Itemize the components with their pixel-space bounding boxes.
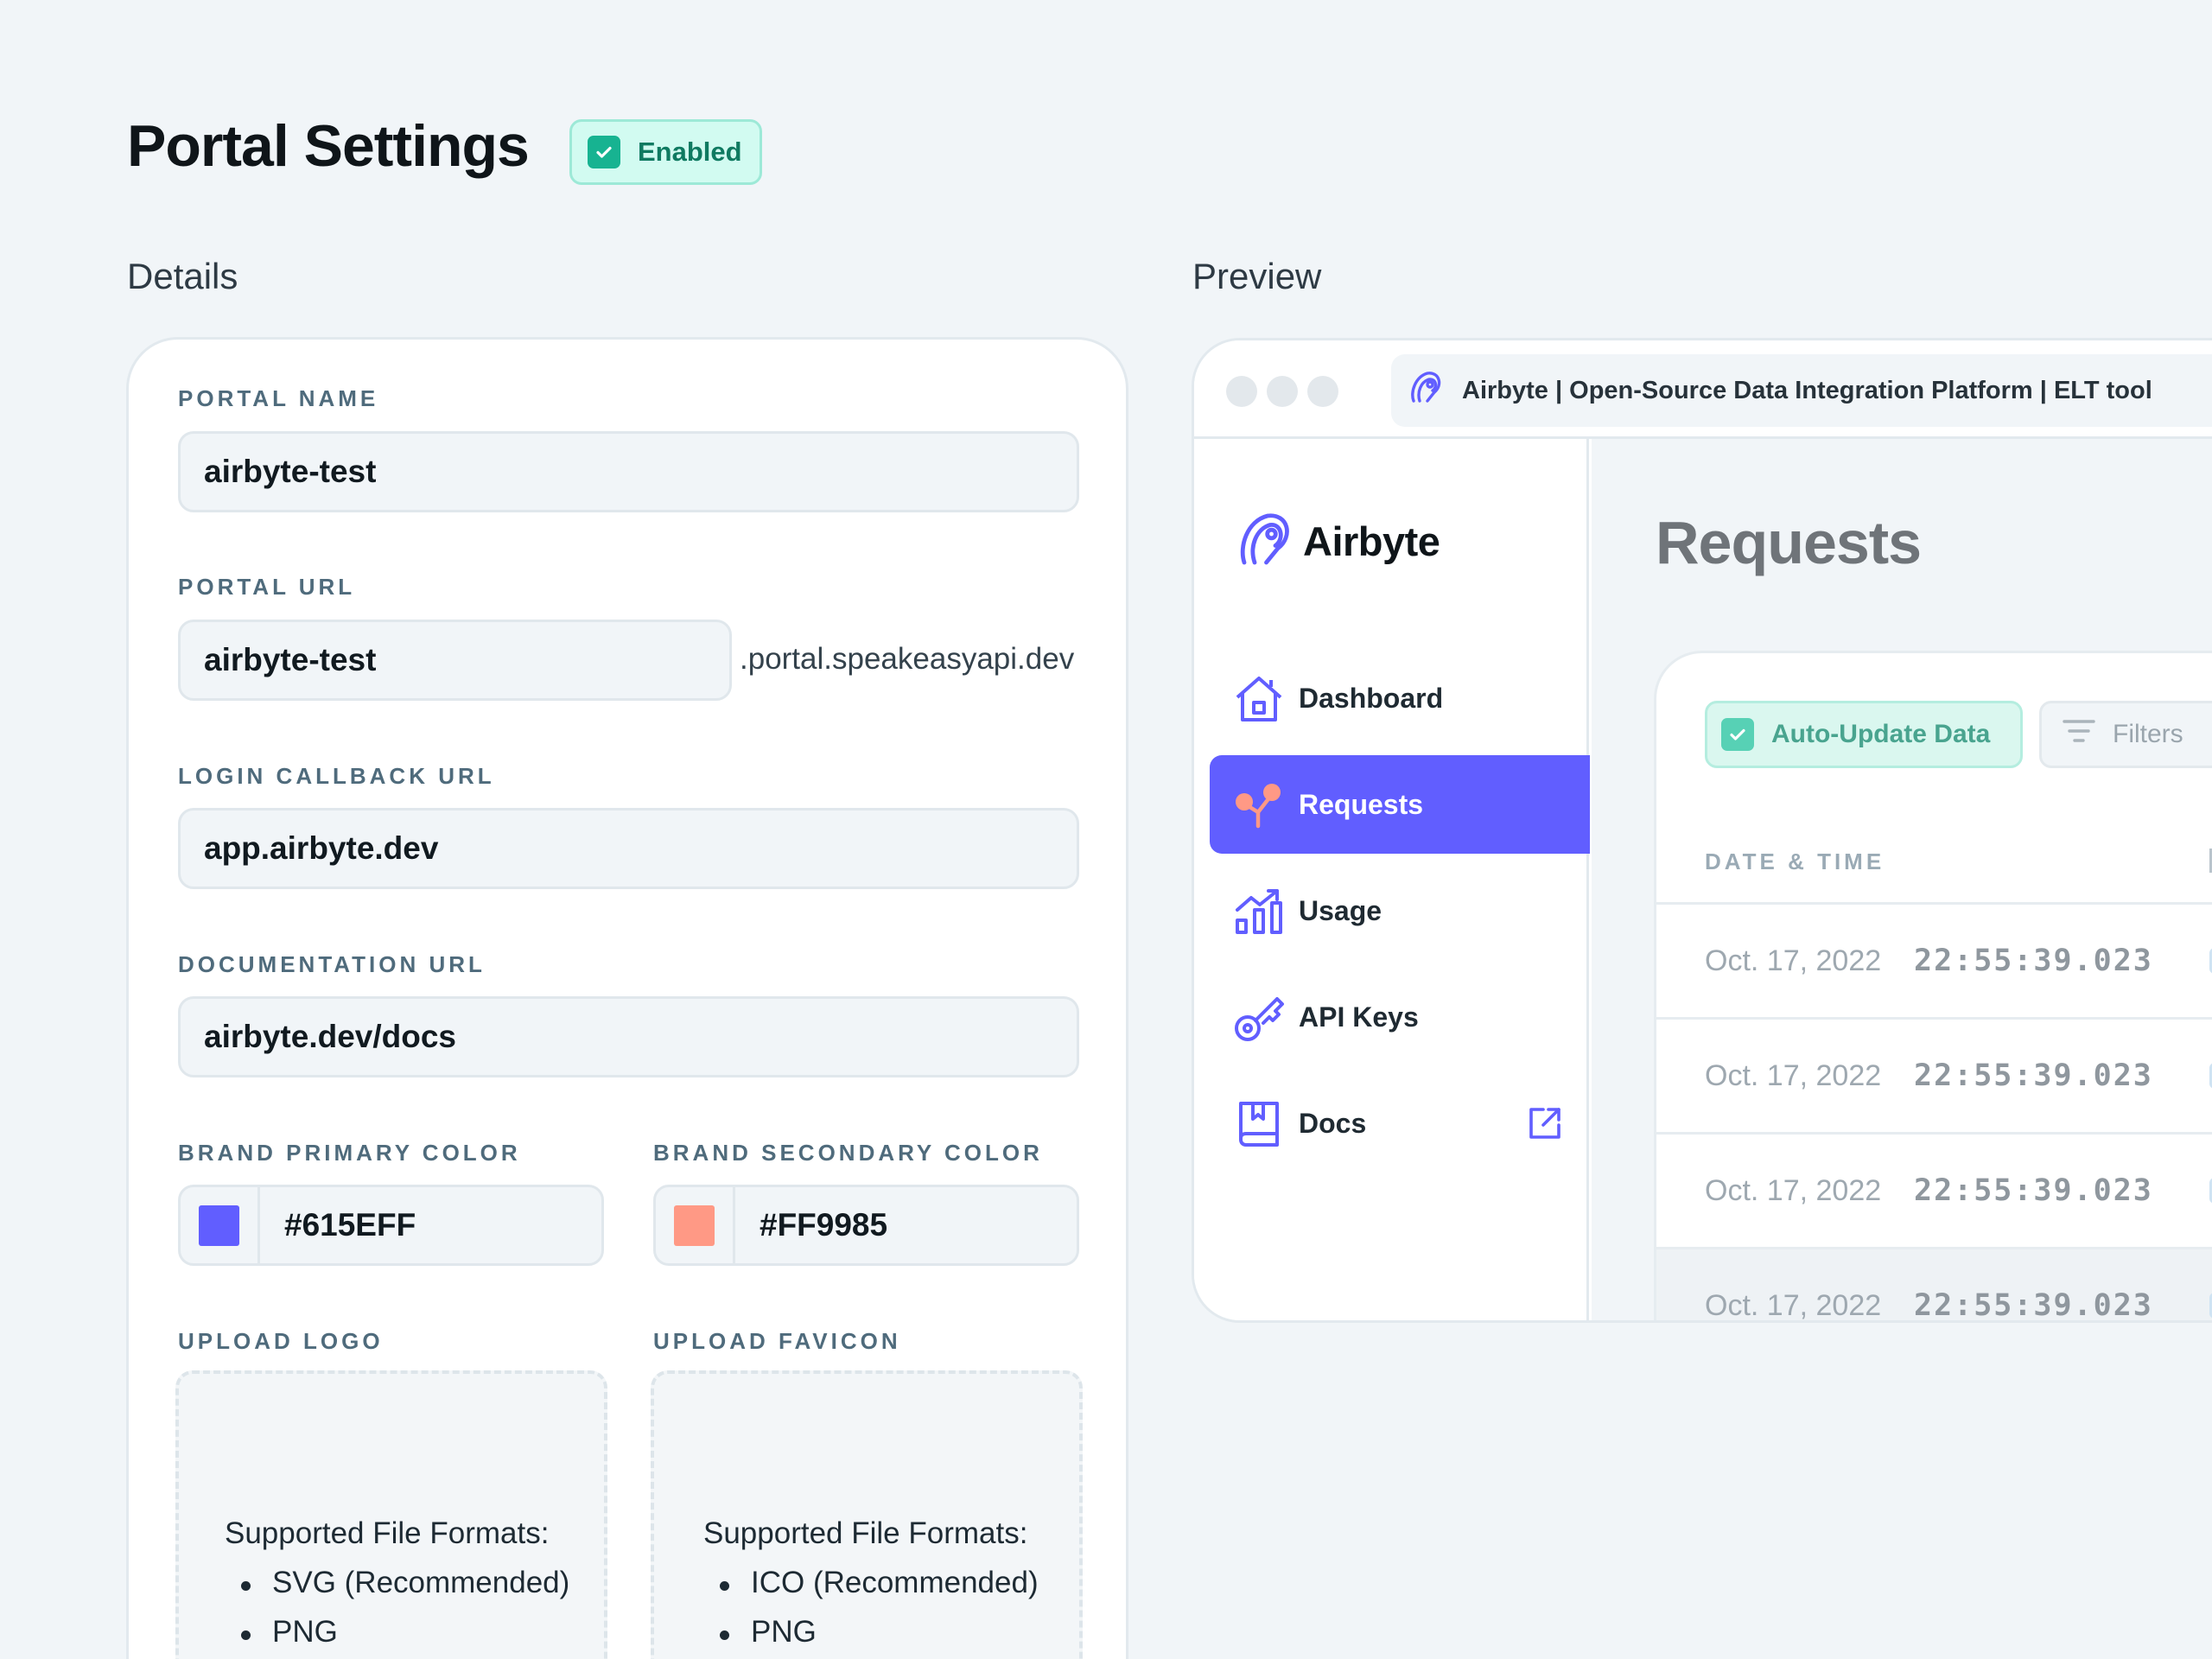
upload-favicon-label: UPLOAD FAVICON [653,1328,901,1354]
auto-update-label: Auto-Update Data [1771,720,1991,748]
table-row[interactable]: Oct. 17, 2022 22:55:39.023 [1656,1132,2212,1247]
sidebar-item-dashboard[interactable]: Dashboard [1210,649,1590,747]
sidebar-item-docs[interactable]: Docs [1210,1074,1590,1173]
list-item: ICO (Recommended) [720,1566,1039,1615]
sidebar-item-label: API Keys [1299,1001,1419,1033]
book-icon [1232,1096,1286,1150]
upload-logo-label: UPLOAD LOGO [178,1328,384,1354]
row-date: Oct. 17, 2022 [1705,1058,1882,1092]
row-time: 22:55:39.023 [1914,944,2153,978]
sidebar-item-api-keys[interactable]: API Keys [1210,968,1590,1066]
favicon-formats-title: Supported File Formats: [703,1516,1028,1550]
favicon-formats-list: ICO (Recommended) PNG [720,1566,1039,1659]
browser-tab[interactable]: Airbyte | Open-Source Data Integration P… [1391,354,2212,427]
details-card: PORTAL NAME airbyte-test PORTAL URL airb… [126,337,1128,1659]
primary-color-value: #615EFF [284,1207,416,1243]
requests-icon [1232,778,1286,831]
preview-sidebar: Airbyte Dashboard Requests Usage API Key… [1194,439,1590,1320]
filters-label: Filters [2113,720,2183,748]
swatch-divider [733,1185,735,1266]
house-icon [1232,671,1286,725]
airbyte-logo[interactable]: Airbyte [1234,508,1440,575]
row-time: 22:55:39.023 [1914,1288,2153,1323]
secondary-color-swatch[interactable] [674,1205,715,1246]
brand-primary-color-input[interactable]: #615EFF [178,1185,604,1266]
portal-settings-page: Portal Settings Enabled Details Preview … [0,0,2212,1659]
sidebar-item-label: Docs [1299,1107,1367,1139]
list-item: SVG (Recommended) [241,1566,569,1615]
preview-browser-window: Airbyte | Open-Source Data Integration P… [1192,338,2212,1323]
window-dot-minimize [1267,376,1298,407]
portal-url-input[interactable]: airbyte-test [178,620,732,701]
swatch-divider [257,1185,260,1266]
page-title: Portal Settings [127,113,530,179]
airbyte-favicon-icon [1405,366,1446,415]
table-row[interactable]: Oct. 17, 2022 22:55:39.023 [1656,902,2212,1017]
sidebar-item-label: Requests [1299,788,1424,820]
secondary-color-value: #FF9985 [760,1207,888,1243]
sidebar-item-label: Dashboard [1299,682,1444,714]
column-header-date-time[interactable]: DATE & TIME [1705,849,1885,875]
details-section-heading: Details [127,256,238,296]
portal-name-input[interactable]: airbyte-test [178,431,1079,512]
key-icon [1232,990,1286,1044]
portal-name-label: PORTAL NAME [178,385,379,411]
row-date: Oct. 17, 2022 [1705,1288,1882,1322]
content-page-title: Requests [1656,509,1922,576]
status-badge-label: Enabled [638,137,742,167]
documentation-url-label: DOCUMENTATION URL [178,951,486,977]
requests-panel: Auto-Update Data Filters DATE & TIME Oct… [1654,651,2212,1323]
list-item: PNG [720,1615,1039,1659]
checkbox-checked-icon [588,136,620,168]
auto-update-data-toggle[interactable]: Auto-Update Data [1705,701,2023,768]
checkbox-checked-icon [1721,718,1754,751]
filter-icon [2063,718,2095,751]
login-callback-url-input[interactable]: app.airbyte.dev [178,808,1079,889]
sidebar-item-requests[interactable]: Requests [1210,755,1590,854]
portal-url-label: PORTAL URL [178,574,356,600]
logo-formats-title: Supported File Formats: [225,1516,550,1550]
brand-secondary-color-label: BRAND SECONDARY COLOR [653,1140,1043,1166]
chart-growth-icon [1232,884,1286,938]
table-row[interactable]: Oct. 17, 2022 22:55:39.023 [1656,1017,2212,1132]
documentation-url-input[interactable]: airbyte.dev/docs [178,996,1079,1077]
filters-button[interactable]: Filters [2039,701,2212,768]
preview-content: Requests Auto-Update Data Filters DATE &… [1592,439,2212,1320]
airbyte-logo-icon [1234,508,1296,575]
row-time: 22:55:39.023 [1914,1173,2153,1208]
sidebar-item-usage[interactable]: Usage [1210,861,1590,960]
row-date: Oct. 17, 2022 [1705,1173,1882,1207]
brand-name: Airbyte [1303,518,1440,564]
login-callback-url-label: LOGIN CALLBACK URL [178,763,495,789]
enabled-toggle-badge[interactable]: Enabled [569,119,762,185]
row-date: Oct. 17, 2022 [1705,944,1882,977]
portal-url-domain-suffix: .portal.speakeasyapi.dev [740,642,1075,676]
external-link-icon[interactable] [1526,1104,1564,1147]
list-item: PNG [241,1615,569,1659]
sidebar-item-label: Usage [1299,894,1382,926]
brand-secondary-color-input[interactable]: #FF9985 [653,1185,1079,1266]
row-time: 22:55:39.023 [1914,1058,2153,1093]
browser-tab-title: Airbyte | Open-Source Data Integration P… [1462,376,2152,404]
primary-color-swatch[interactable] [199,1205,239,1246]
table-row[interactable]: Oct. 17, 2022 22:55:39.023 [1656,1247,2212,1323]
logo-formats-list: SVG (Recommended) PNG [241,1566,569,1659]
window-dot-close [1226,376,1257,407]
brand-primary-color-label: BRAND PRIMARY COLOR [178,1140,521,1166]
window-dot-maximize [1307,376,1338,407]
browser-title-bar: Airbyte | Open-Source Data Integration P… [1194,340,2212,439]
preview-section-heading: Preview [1192,256,1322,296]
